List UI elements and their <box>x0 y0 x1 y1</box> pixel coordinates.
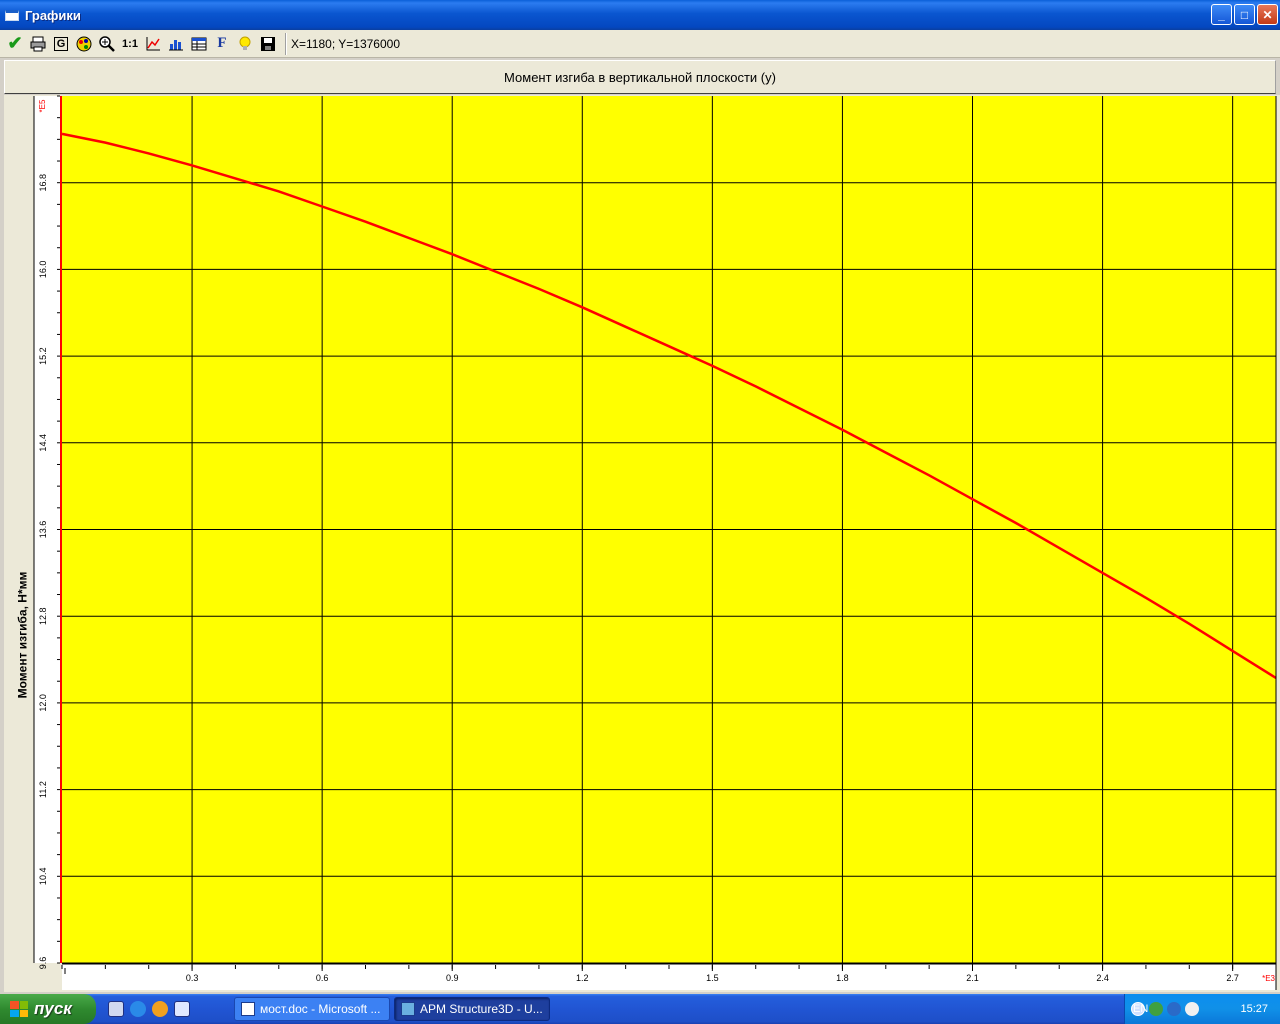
palette-icon-glyph <box>76 36 92 51</box>
x-tick-label: 0.9 <box>446 973 459 983</box>
y-tick-label: 9.6 <box>38 957 48 970</box>
histogram-icon[interactable] <box>165 32 187 55</box>
tray-network-icon[interactable] <box>1149 1002 1163 1016</box>
x-tick-label: 1.2 <box>576 973 589 983</box>
word-doc-icon <box>241 1002 255 1016</box>
quick-launch <box>108 1001 190 1017</box>
x-multiplier: *E3 <box>1262 974 1275 983</box>
hint-icon-glyph <box>239 36 251 50</box>
y-tick-label: 12.8 <box>38 607 48 625</box>
app-icon <box>5 9 19 21</box>
zoom-icon[interactable] <box>96 32 118 55</box>
x-tick-label: 2.1 <box>966 973 979 983</box>
taskbar-item-apm[interactable]: APM Structure3D - U... <box>394 997 550 1021</box>
y-tick-label: 15.2 <box>38 347 48 365</box>
app-launcher-icon[interactable] <box>174 1001 190 1017</box>
grid-g-icon[interactable]: G <box>50 32 72 55</box>
start-button[interactable]: пуск <box>0 994 96 1024</box>
font-icon[interactable]: F <box>211 32 233 55</box>
zoom-icon-glyph <box>99 35 115 52</box>
language-indicator[interactable]: EN <box>1133 1003 1148 1015</box>
taskbar-item-word[interactable]: мост.doc - Microsoft ... <box>234 997 390 1021</box>
x-tick-label: 2.4 <box>1096 973 1109 983</box>
apply-icon[interactable]: ✔ <box>4 32 26 55</box>
y-tick-label: 16.0 <box>38 261 48 279</box>
x-tick-label: 0.6 <box>316 973 329 983</box>
table-icon[interactable] <box>188 32 210 55</box>
window-controls: _ □ ✕ <box>1211 4 1278 25</box>
hint-icon[interactable] <box>234 32 256 55</box>
taskbar-item-word-label: мост.doc - Microsoft ... <box>260 1002 381 1016</box>
y-tick-label: 13.6 <box>38 521 48 539</box>
media-player-icon[interactable] <box>152 1001 168 1017</box>
print-icon-glyph <box>30 36 46 51</box>
palette-icon[interactable] <box>73 32 95 55</box>
y-tick-label: 11.2 <box>38 781 48 798</box>
show-desktop-icon[interactable] <box>108 1001 124 1017</box>
chart-plot[interactable]: 0.3 0.6 0.9 1.2 1.5 1.8 2.1 2.4 2.7 16.8 16.0 15.2 1… <box>0 95 1280 992</box>
toolbar: ✔ G 1:1 F X=1180; Y=1376000 <box>0 30 1280 58</box>
x-tick-label: 2.7 <box>1226 973 1239 983</box>
minimize-button[interactable]: _ <box>1211 4 1232 25</box>
y-multiplier: *E5 <box>38 99 47 112</box>
save-icon-glyph <box>261 36 275 51</box>
start-label: пуск <box>34 999 72 1018</box>
tray-volume-icon[interactable] <box>1167 1002 1181 1016</box>
table-icon-glyph <box>191 37 207 50</box>
windows-flag-icon <box>10 1001 28 1017</box>
axes-icon-glyph <box>146 36 160 50</box>
coordinates-readout: X=1180; Y=1376000 <box>291 36 400 51</box>
chart-title: Момент изгиба в вертикальной плоскости (… <box>4 60 1276 94</box>
taskbar-item-apm-label: APM Structure3D - U... <box>420 1002 543 1016</box>
y-tick-label: 16.8 <box>38 174 48 192</box>
x-tick-label: 1.8 <box>836 973 849 983</box>
axes-icon[interactable] <box>142 32 164 55</box>
scale-1to1-icon[interactable]: 1:1 <box>119 32 141 55</box>
clock: 15:27 <box>1240 1003 1268 1015</box>
apm-structure-icon <box>401 1002 415 1016</box>
window-title: Графики <box>25 7 81 23</box>
y-tick-label: 14.4 <box>38 434 48 452</box>
x-tick-label: 1.5 <box>706 973 719 983</box>
internet-explorer-icon[interactable] <box>130 1001 146 1017</box>
tray-monitor-icon[interactable] <box>1185 1002 1199 1016</box>
x-tick-label: 0.3 <box>186 973 199 983</box>
toolbar-separator <box>285 32 286 55</box>
save-icon[interactable] <box>257 32 279 55</box>
taskbar: пуск мост.doc - Microsoft ... APM Struct… <box>0 994 1280 1024</box>
maximize-button[interactable]: □ <box>1234 4 1255 25</box>
title-bar: Графики _ □ ✕ <box>0 0 1280 30</box>
y-tick-label: 12.0 <box>38 694 48 712</box>
histogram-icon-glyph <box>169 39 183 50</box>
close-button[interactable]: ✕ <box>1257 4 1278 25</box>
print-icon[interactable] <box>27 32 49 55</box>
y-tick-label: 10.4 <box>38 868 48 886</box>
